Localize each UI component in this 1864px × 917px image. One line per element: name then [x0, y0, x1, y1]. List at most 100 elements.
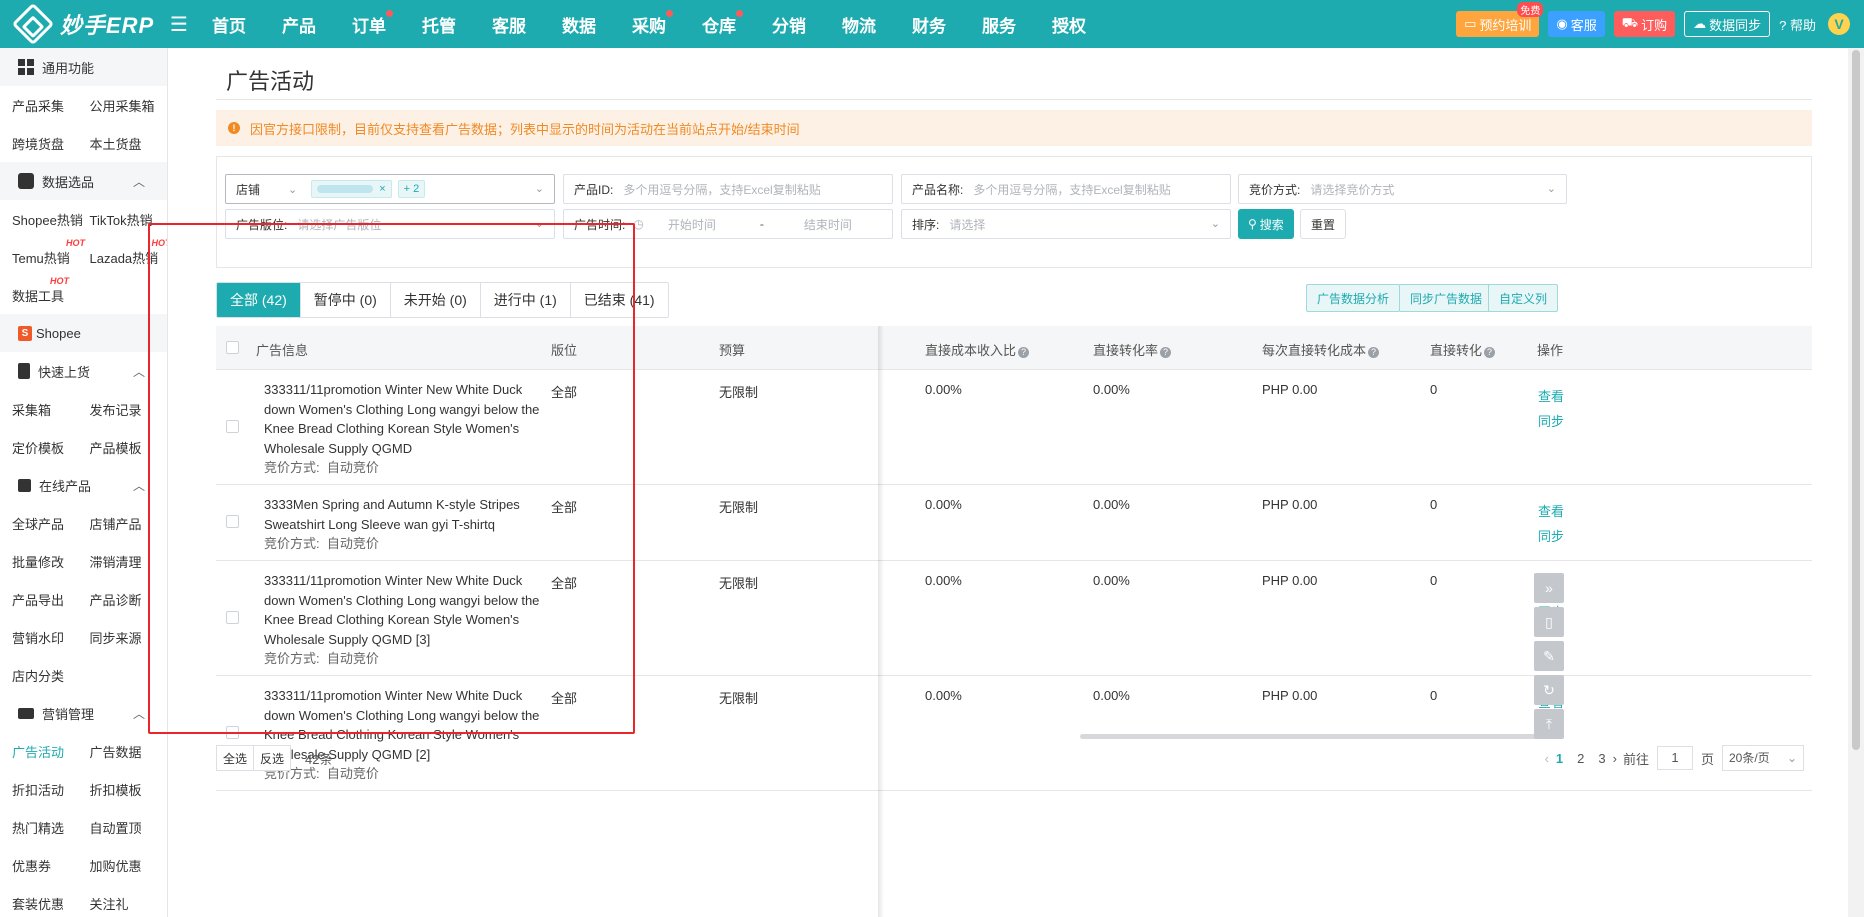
page-2[interactable]: 2: [1577, 751, 1584, 766]
nav-item[interactable]: 服务: [982, 12, 1052, 37]
data-sync-button[interactable]: ☁ 数据同步: [1684, 11, 1771, 37]
ad-title[interactable]: 3333Men Spring and Autumn K-style Stripe…: [264, 497, 520, 532]
sidebar-item-auto-top[interactable]: 自动置顶: [90, 818, 168, 837]
help-icon[interactable]: ?: [1368, 347, 1380, 358]
refresh-icon[interactable]: ↻: [1534, 675, 1564, 705]
platform-selector[interactable]: S Shopee: [0, 314, 167, 352]
feedback-icon[interactable]: ✎: [1534, 641, 1564, 671]
sidebar-item-hot-picks[interactable]: 热门精选: [12, 818, 90, 837]
next-page-icon[interactable]: ›: [1613, 751, 1617, 766]
sidebar-group-marketing[interactable]: 营销管理 ︿: [0, 694, 167, 732]
sidebar-group-data-select[interactable]: 数据选品 ︿: [0, 162, 167, 200]
start-time-placeholder[interactable]: 开始时间: [668, 216, 716, 233]
prev-page-icon[interactable]: ‹: [1545, 751, 1549, 766]
hamburger-menu-icon[interactable]: ☰: [170, 12, 196, 37]
sidebar-item-add-on-deal[interactable]: 加购优惠: [90, 856, 168, 875]
mobile-icon[interactable]: ▯: [1534, 607, 1564, 637]
customer-service-button[interactable]: ◉ 客服: [1548, 11, 1605, 37]
subscribe-button[interactable]: ⛟ 订购: [1613, 11, 1676, 37]
help-icon[interactable]: ?: [1018, 347, 1030, 358]
ad-time-range[interactable]: 广告时间: ◷ 开始时间 - 结束时间: [563, 209, 893, 239]
select-all-button[interactable]: 全选: [216, 745, 255, 771]
sidebar-item-global-products[interactable]: 全球产品: [12, 514, 90, 533]
logo[interactable]: 妙手ERP: [0, 2, 170, 46]
ad-title[interactable]: 333311/11promotion Winter New White Duck…: [264, 382, 539, 456]
product-name-field[interactable]: 产品名称: 多个用逗号分隔，支持Excel复制粘贴: [901, 174, 1231, 204]
sidebar-item-product-diagnosis[interactable]: 产品诊断: [90, 590, 168, 609]
sidebar-item-ad-campaigns[interactable]: 广告活动: [12, 742, 90, 761]
sidebar-item-follow-prize[interactable]: 关注礼: [90, 894, 168, 913]
sidebar-group-online-products[interactable]: 在线产品 ︿: [0, 466, 167, 504]
status-tab[interactable]: 全部 (42): [217, 283, 301, 317]
chevron-up-icon[interactable]: ︿: [133, 363, 145, 380]
sidebar-item-batch-edit[interactable]: 批量修改: [12, 552, 90, 571]
status-tab[interactable]: 暂停中 (0): [300, 283, 391, 317]
status-tab[interactable]: 进行中 (1): [480, 283, 571, 317]
view-link[interactable]: 查看: [1538, 386, 1564, 405]
collapse-icon[interactable]: »: [1534, 573, 1564, 603]
nav-item[interactable]: 物流: [842, 12, 912, 37]
sync-ad-data-button[interactable]: 同步广告数据: [1399, 284, 1494, 312]
help-link[interactable]: ? 帮助: [1779, 15, 1816, 34]
goto-page-input[interactable]: 1: [1656, 746, 1693, 770]
nav-item[interactable]: 采购: [632, 9, 702, 37]
sidebar-item-shop-category[interactable]: 店内分类: [12, 666, 104, 685]
status-tab[interactable]: 未开始 (0): [390, 283, 481, 317]
sidebar-item-bundle-deal[interactable]: 套装优惠: [12, 894, 90, 913]
scrollbar-thumb[interactable]: [1852, 50, 1860, 750]
back-to-top-icon[interactable]: ⤒: [1534, 709, 1564, 739]
nav-item[interactable]: 数据: [562, 12, 632, 37]
sidebar-item-discount-activity[interactable]: 折扣活动: [12, 780, 90, 799]
chevron-up-icon[interactable]: ︿: [133, 705, 145, 722]
row-checkbox[interactable]: [226, 726, 239, 739]
sidebar-item-publish-records[interactable]: 发布记录: [90, 400, 168, 419]
nav-item[interactable]: 托管: [422, 12, 492, 37]
sidebar-item-watermark[interactable]: 营销水印: [12, 628, 90, 647]
sidebar-item-discount-template[interactable]: 折扣模板: [90, 780, 168, 799]
help-icon[interactable]: ?: [1160, 347, 1172, 358]
chevron-up-icon[interactable]: ︿: [133, 477, 145, 494]
training-button[interactable]: ▭ 预约培训 免费: [1456, 2, 1544, 37]
nav-item[interactable]: 仓库: [702, 9, 772, 37]
sidebar-item-tiktok-hot[interactable]: TikTok热销: [90, 210, 168, 229]
horizontal-scrollbar[interactable]: [1080, 734, 1550, 739]
sync-link[interactable]: 同步: [1538, 526, 1564, 545]
page-size-select[interactable]: 20条/页 ⌄: [1722, 745, 1804, 771]
sidebar-item-temu-hot[interactable]: Temu热销 HOT: [12, 238, 90, 267]
sidebar-item-collect-box[interactable]: 采集箱: [12, 400, 90, 419]
sidebar-item-coupons[interactable]: 优惠券: [12, 856, 90, 875]
sidebar-item-product-collect[interactable]: 产品采集: [12, 96, 90, 115]
nav-item[interactable]: 产品: [282, 12, 352, 37]
sidebar-item-local-supply[interactable]: 本土货盘: [90, 134, 168, 153]
product-id-field[interactable]: 产品ID: 多个用逗号分隔，支持Excel复制粘贴: [563, 174, 893, 204]
nav-item[interactable]: 首页: [212, 12, 282, 37]
shop-select[interactable]: 店铺 ⌄ × + 2 ⌄: [225, 174, 555, 204]
nav-item[interactable]: 授权: [1052, 12, 1122, 37]
help-icon[interactable]: ?: [1484, 347, 1496, 358]
custom-columns-button[interactable]: 自定义列: [1488, 284, 1559, 312]
nav-item[interactable]: 财务: [912, 12, 982, 37]
sidebar-item-public-collect-box[interactable]: 公用采集箱: [90, 96, 168, 115]
sidebar-item-lazada-hot[interactable]: Lazada热销 HOT: [90, 238, 168, 267]
sidebar-item-cross-border-supply[interactable]: 跨境货盘: [12, 134, 90, 153]
bid-method-select[interactable]: 竞价方式: 请选择竞价方式 ⌄: [1238, 174, 1567, 204]
ad-title[interactable]: 333311/11promotion Winter New White Duck…: [264, 573, 539, 647]
ad-data-analysis-button[interactable]: 广告数据分析: [1306, 284, 1401, 312]
chevron-up-icon[interactable]: ︿: [133, 173, 145, 190]
sidebar-item-pricing-template[interactable]: 定价模板: [12, 438, 90, 457]
sidebar-item-product-export[interactable]: 产品导出: [12, 590, 90, 609]
sidebar-item-slow-sale-clean[interactable]: 滞销清理: [90, 552, 168, 571]
sync-link[interactable]: 同步: [1538, 411, 1564, 430]
row-checkbox[interactable]: [226, 611, 239, 624]
sidebar-item-product-template[interactable]: 产品模板: [90, 438, 168, 457]
sidebar-item-shop-products[interactable]: 店铺产品: [90, 514, 168, 533]
sidebar-item-sync-source[interactable]: 同步来源: [90, 628, 168, 647]
nav-item[interactable]: 订单: [352, 9, 422, 37]
nav-item[interactable]: 分销: [772, 12, 842, 37]
row-checkbox[interactable]: [226, 515, 239, 528]
nav-item[interactable]: 客服: [492, 12, 562, 37]
page-3[interactable]: 3: [1598, 751, 1605, 766]
user-avatar[interactable]: V: [1828, 13, 1850, 35]
sidebar-group-common[interactable]: 通用功能: [0, 48, 167, 86]
sidebar-item-data-tools[interactable]: 数据工具 HOT: [12, 276, 104, 305]
